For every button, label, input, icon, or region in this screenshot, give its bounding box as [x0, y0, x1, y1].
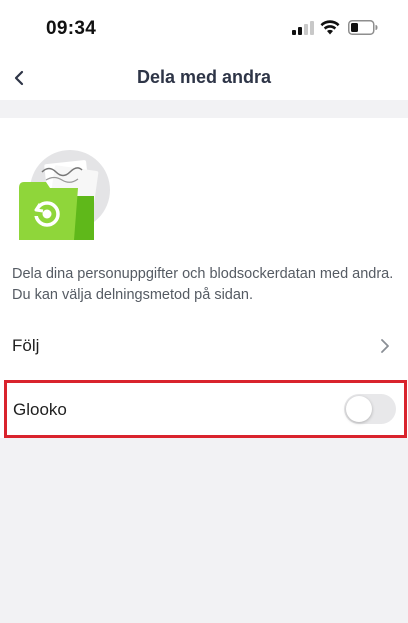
glooko-toggle[interactable] [344, 394, 396, 424]
share-content: Dela dina personuppgifter och blodsocker… [0, 118, 408, 438]
share-description: Dela dina personuppgifter och blodsocker… [12, 266, 394, 303]
glooko-label: Glooko [13, 400, 67, 419]
page-title: Dela med andra [136, 67, 272, 87]
status-time: 09:34 [46, 18, 97, 39]
glooko-row: Glooko [4, 380, 407, 438]
status-bar: 09:34 [0, 0, 408, 56]
signal-icon [292, 21, 314, 35]
nav-bar: Dela med andra [0, 56, 408, 100]
follow-label: Följ [12, 336, 40, 355]
section-separator [0, 100, 408, 118]
battery-icon [348, 20, 378, 35]
wifi-icon [320, 20, 340, 35]
folder-share-illustration [19, 150, 110, 240]
chevron-right-icon [381, 339, 389, 353]
follow-row[interactable]: Följ [0, 318, 408, 374]
toggle-knob [346, 396, 372, 422]
